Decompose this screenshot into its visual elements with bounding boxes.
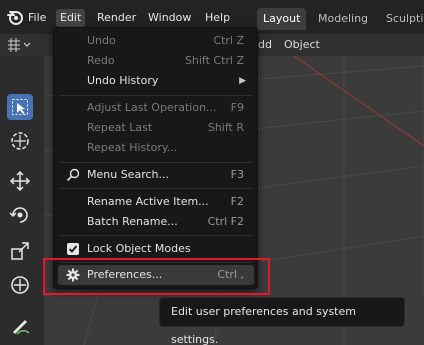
transform-pivot-icon[interactable] bbox=[6, 37, 32, 53]
tab-sculpting[interactable]: Sculpti bbox=[380, 8, 424, 30]
rotate-tool-button[interactable] bbox=[7, 202, 33, 228]
annotate-tool-button[interactable] bbox=[7, 312, 33, 338]
tab-layout[interactable]: Layout bbox=[257, 8, 307, 30]
preferences-tooltip: Edit user preferences and system setting… bbox=[159, 297, 405, 345]
menu-file[interactable]: File bbox=[28, 9, 46, 27]
menu-item-lock-object-modes[interactable]: Lock Object Modes bbox=[58, 239, 254, 259]
tool-shelf bbox=[0, 56, 44, 345]
tab-modeling[interactable]: Modeling bbox=[312, 8, 374, 30]
highlight-box bbox=[43, 258, 270, 295]
object-menu-button[interactable]: Object bbox=[284, 36, 320, 54]
menu-item-adjust-last-operation[interactable]: Adjust Last Operation... F9 bbox=[58, 98, 254, 118]
menu-help[interactable]: Help bbox=[205, 9, 230, 27]
transform-icon bbox=[11, 276, 29, 294]
menu-item-rename-active-item[interactable]: Rename Active Item... F2 bbox=[58, 192, 254, 212]
menu-separator bbox=[60, 235, 252, 236]
menu-item-undo-history[interactable]: Undo History ▶ bbox=[58, 71, 254, 91]
menu-edit[interactable]: Edit bbox=[56, 9, 86, 27]
annotate-pencil-icon bbox=[13, 320, 30, 335]
move-icon bbox=[9, 170, 31, 192]
select-box-tool-button[interactable] bbox=[7, 94, 33, 120]
menu-render[interactable]: Render bbox=[97, 9, 136, 27]
cursor-icon bbox=[11, 132, 29, 150]
select-box-icon bbox=[12, 99, 28, 115]
menu-item-repeat-history[interactable]: Repeat History... bbox=[58, 138, 254, 158]
move-tool-button[interactable] bbox=[7, 168, 33, 194]
cursor-tool-button[interactable] bbox=[7, 128, 33, 154]
edit-menu-dropdown: Undo Ctrl Z Redo Shift Ctrl Z Undo Histo… bbox=[53, 27, 258, 289]
scale-icon bbox=[11, 242, 29, 260]
menu-separator bbox=[60, 95, 252, 96]
menu-item-redo[interactable]: Redo Shift Ctrl Z bbox=[58, 51, 254, 71]
transform-tool-button[interactable] bbox=[7, 272, 33, 298]
blender-logo-icon[interactable] bbox=[6, 8, 24, 26]
submenu-arrow-icon: ▶ bbox=[239, 76, 246, 86]
menu-item-batch-rename[interactable]: Batch Rename... Ctrl F2 bbox=[58, 212, 254, 232]
rotate-icon bbox=[9, 207, 28, 223]
menu-item-undo[interactable]: Undo Ctrl Z bbox=[58, 31, 254, 51]
menu-separator bbox=[60, 188, 252, 189]
scale-tool-button[interactable] bbox=[7, 238, 33, 264]
menu-separator bbox=[60, 162, 252, 163]
menu-window[interactable]: Window bbox=[148, 9, 191, 27]
menu-item-menu-search[interactable]: Menu Search... F3 bbox=[58, 165, 254, 185]
menu-item-repeat-last[interactable]: Repeat Last Shift R bbox=[58, 118, 254, 138]
add-menu-button[interactable]: dd bbox=[258, 36, 272, 54]
search-icon bbox=[66, 168, 80, 182]
checkbox-checked-icon[interactable] bbox=[66, 242, 80, 256]
